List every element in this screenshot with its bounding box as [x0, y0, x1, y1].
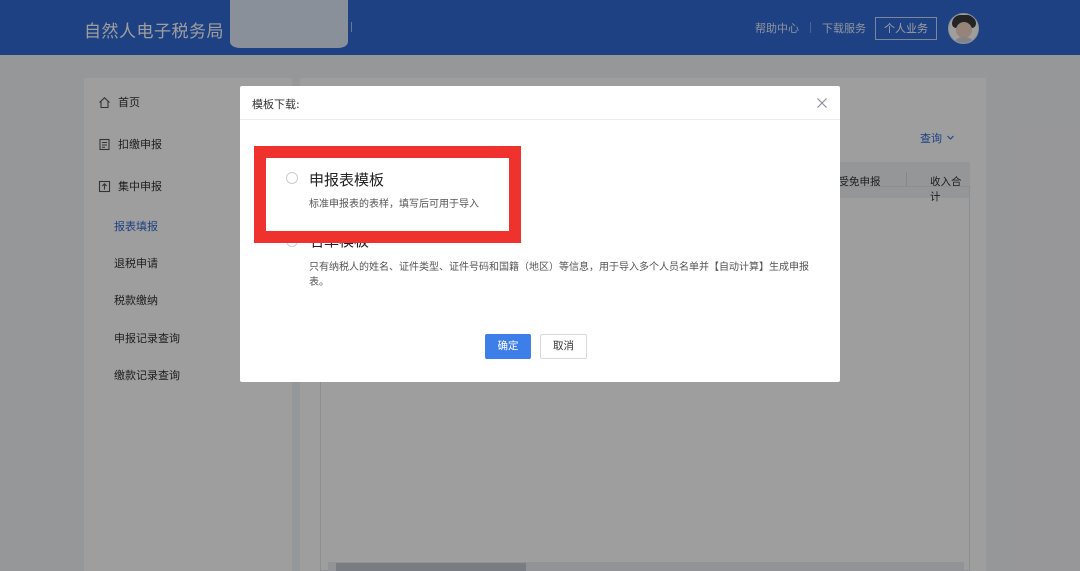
- cancel-button[interactable]: 取消: [540, 334, 587, 359]
- annotation-highlight-box: [254, 146, 521, 243]
- dialog-title: 模板下载:: [252, 98, 300, 111]
- report-template-radio[interactable]: [286, 172, 298, 184]
- report-template-title: 申报表模板: [309, 171, 385, 189]
- report-template-description: 标准申报表的表样，填写后可用于导入: [309, 199, 479, 210]
- confirm-button[interactable]: 确定: [485, 334, 531, 359]
- dialog-divider: [240, 119, 840, 120]
- roster-template-description: 只有纳税人的姓名、证件类型、证件号码和国籍（地区）等信息，用于导入多个人员名单并…: [309, 262, 809, 288]
- close-icon[interactable]: [814, 95, 830, 111]
